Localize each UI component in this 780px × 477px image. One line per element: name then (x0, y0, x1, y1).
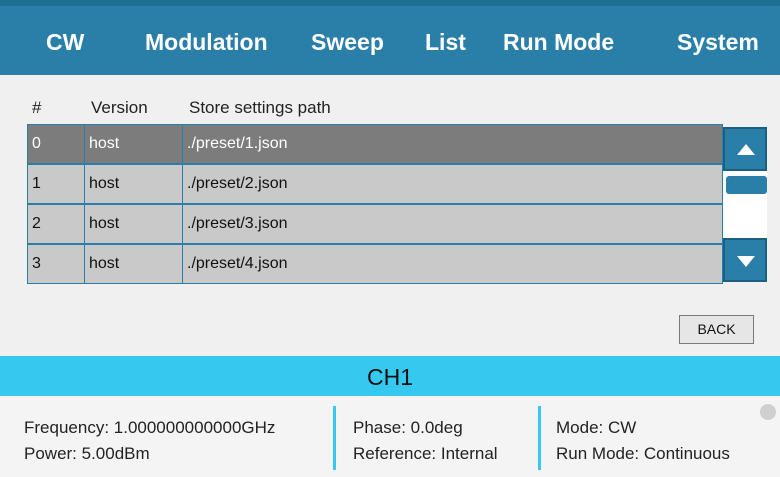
row-index: 3 (32, 255, 41, 272)
tab-system[interactable]: System (677, 6, 759, 75)
run-mode-readout: Run Mode: Continuous (556, 444, 730, 463)
row-path: ./preset/4.json (182, 245, 722, 283)
column-header-path: Store settings path (189, 98, 331, 117)
triangle-down-icon (737, 256, 755, 267)
mode-readout: Mode: CW (556, 418, 637, 437)
status-dot-icon (760, 404, 776, 420)
tab-list[interactable]: List (425, 6, 466, 75)
scrollbar-thumb[interactable] (726, 176, 767, 194)
reference-readout: Reference: Internal (353, 444, 498, 463)
row-index: 1 (32, 175, 41, 192)
tab-cw[interactable]: CW (46, 6, 84, 75)
back-button[interactable]: BACK (679, 315, 754, 344)
frequency-readout: Frequency: 1.000000000000GHz (24, 418, 276, 437)
table-row[interactable]: 0 host ./preset/1.json (27, 124, 723, 164)
column-header-version: Version (91, 98, 148, 117)
top-navigation-bar: CW Modulation Sweep List Run Mode System (0, 0, 780, 75)
column-header-index: # (32, 98, 42, 117)
table-row[interactable]: 3 host ./preset/4.json (27, 244, 723, 284)
row-index: 2 (32, 215, 41, 232)
phase-readout: Phase: 0.0deg (353, 418, 463, 437)
status-divider (538, 406, 541, 470)
power-readout: Power: 5.00dBm (24, 444, 150, 463)
tab-run-mode[interactable]: Run Mode (503, 6, 614, 75)
tab-modulation[interactable]: Modulation (145, 6, 268, 75)
table-row[interactable]: 1 host ./preset/2.json (27, 164, 723, 204)
row-path: ./preset/3.json (182, 205, 722, 243)
row-version: host (84, 165, 182, 203)
channel-title: CH1 (0, 356, 780, 396)
row-path: ./preset/1.json (182, 125, 722, 163)
row-version: host (84, 125, 182, 163)
scroll-down-button[interactable] (723, 238, 767, 282)
tab-sweep[interactable]: Sweep (311, 6, 384, 75)
presets-table: 0 host ./preset/1.json 1 host ./preset/2… (27, 124, 725, 286)
status-divider (333, 406, 336, 470)
row-index: 0 (32, 135, 41, 152)
row-version: host (84, 245, 182, 283)
scroll-up-button[interactable] (723, 127, 767, 171)
triangle-up-icon (737, 144, 755, 155)
row-version: host (84, 205, 182, 243)
row-path: ./preset/2.json (182, 165, 722, 203)
table-row[interactable]: 2 host ./preset/3.json (27, 204, 723, 244)
